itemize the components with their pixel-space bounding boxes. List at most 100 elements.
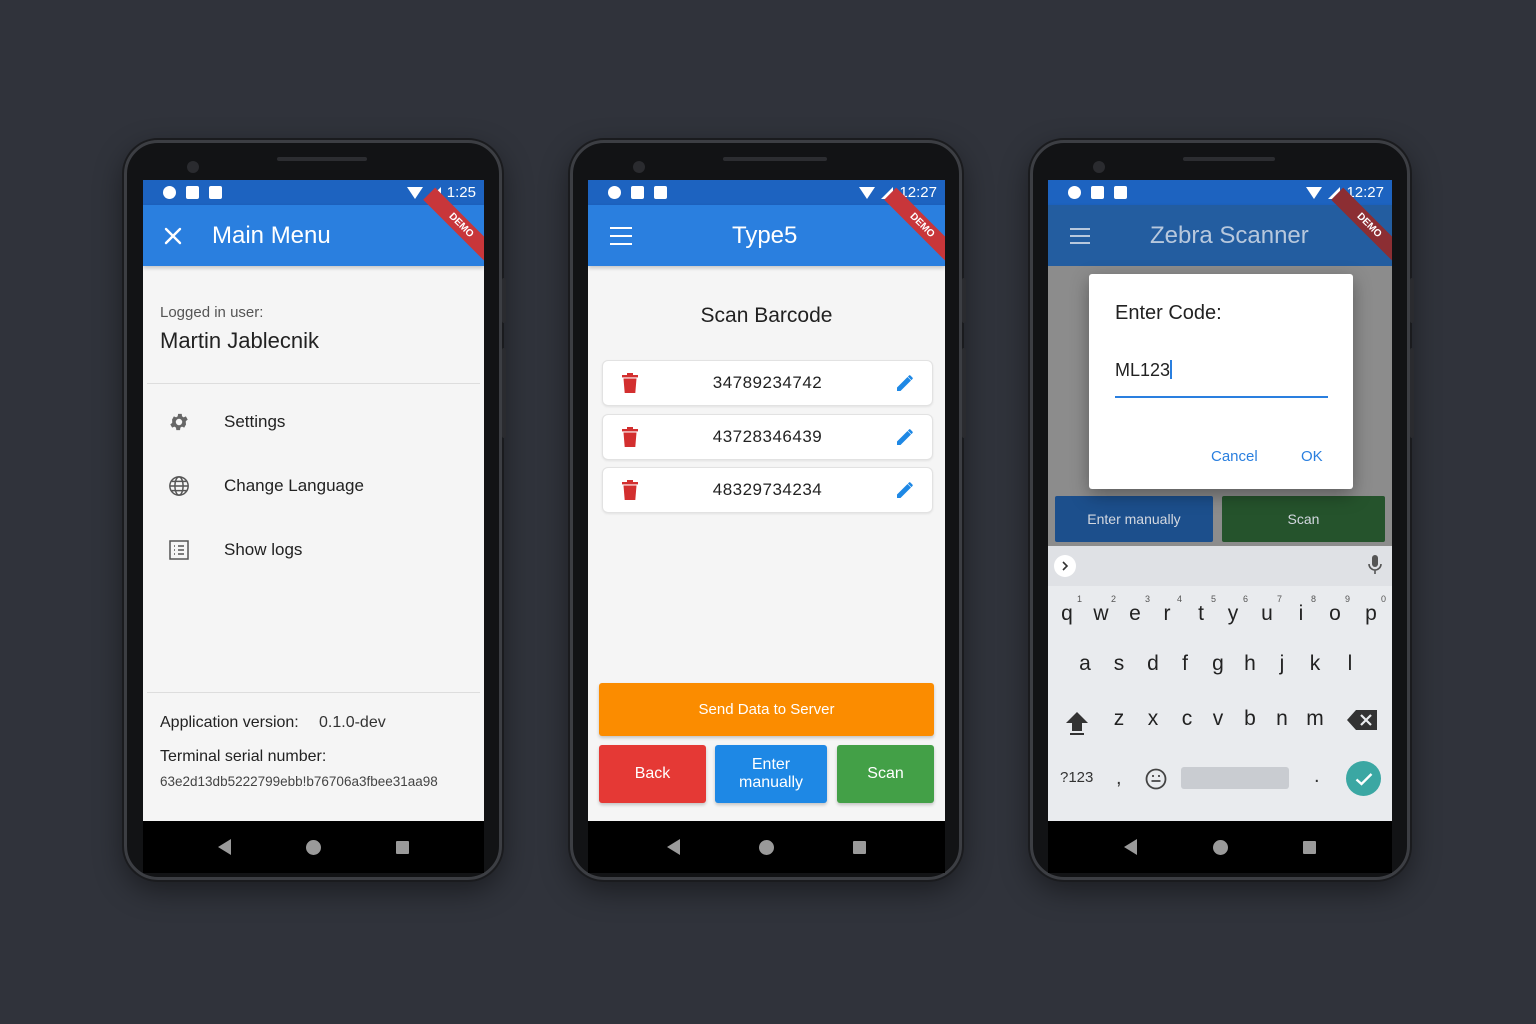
divider [147,383,480,384]
system-nav-bar [1048,821,1392,873]
home-icon[interactable] [1212,839,1228,855]
front-camera [187,161,199,173]
menu-item-settings[interactable]: Settings [143,398,484,446]
clipboard-status-icon [1114,186,1127,199]
expand-toolbar-icon[interactable] [1054,555,1076,577]
recents-icon[interactable] [1303,840,1317,854]
key[interactable]: o9 [1319,594,1351,626]
key[interactable]: s [1103,652,1135,676]
key[interactable]: p0 [1355,594,1387,626]
comma-key[interactable]: , [1116,767,1122,790]
back-icon[interactable] [1123,839,1137,855]
close-icon[interactable] [161,224,185,248]
space-bar[interactable] [1181,767,1289,789]
key[interactable]: b [1234,707,1266,731]
key[interactable]: d [1137,652,1169,676]
volume-button [962,278,966,323]
send-data-button[interactable]: Send Data to Server [599,683,934,736]
key-label: e [1129,602,1141,625]
key[interactable]: g [1202,652,1234,676]
menu-icon[interactable] [610,226,632,245]
code-input[interactable]: ML123 [1115,360,1328,398]
key[interactable]: l [1334,652,1366,676]
recents-icon[interactable] [853,840,866,854]
briefcase-status-icon [186,186,199,199]
key[interactable]: w2 [1085,594,1117,626]
user-name: Martin Jablecnik [160,328,319,353]
key[interactable]: m [1299,707,1331,731]
key[interactable]: x [1137,707,1169,731]
back-icon[interactable] [218,839,231,855]
key-hint: 0 [1380,594,1386,604]
back-button[interactable]: Back [599,745,706,803]
keyboard-row-3: z x c v b n m [1048,707,1392,757]
main-content: Scan Barcode 34789234742 43728346439 483… [588,266,945,821]
pencil-icon[interactable] [894,426,916,448]
key[interactable]: r4 [1151,594,1183,626]
symbols-key[interactable]: ?123 [1060,769,1093,786]
trash-icon[interactable] [619,425,641,449]
soft-keyboard: q1 w2 e3 r4 t5 y6 u7 i8 o9 p0 a s d f g … [1048,546,1392,821]
key[interactable]: j [1266,652,1298,676]
pencil-icon[interactable] [894,372,916,394]
key[interactable]: a [1069,652,1101,676]
backspace-key-icon[interactable] [1347,710,1377,735]
ok-button[interactable]: OK [1301,448,1323,465]
key[interactable]: h [1234,652,1266,676]
emoji-icon[interactable] [1145,768,1167,795]
app-bar: Main Menu DEMO [143,187,484,266]
trash-icon[interactable] [619,371,641,395]
scan-button[interactable]: Scan [1222,496,1385,542]
system-nav-bar [143,821,484,873]
wifi-icon [859,186,876,199]
key[interactable]: u7 [1251,594,1283,626]
key[interactable]: z [1103,707,1135,731]
key[interactable]: y6 [1217,594,1249,626]
key[interactable]: c [1171,707,1203,731]
confirm-check-icon[interactable] [1346,761,1381,796]
enter-manually-button[interactable]: Enter manually [715,745,827,803]
gear-icon [167,410,191,434]
wifi-icon [406,186,423,199]
back-icon[interactable] [667,839,680,855]
key[interactable]: v [1202,707,1234,731]
key[interactable]: n [1266,707,1298,731]
trash-icon[interactable] [619,478,641,502]
scan-button[interactable]: Scan [837,745,934,803]
settings-status-icon [1068,186,1081,199]
key[interactable]: q1 [1051,594,1083,626]
screen: 12:27 Zebra Scanner DEMO Enter manually … [1048,180,1392,873]
phone-zebra-scanner: 12:27 Zebra Scanner DEMO Enter manually … [1030,140,1414,880]
home-icon[interactable] [759,839,774,855]
key-label: o [1329,602,1341,625]
earpiece [723,157,827,161]
pencil-icon[interactable] [894,479,916,501]
key[interactable]: i8 [1285,594,1317,626]
briefcase-status-icon [631,186,644,199]
serial-value: 63e2d13db5222799ebb!b76706a3fbee31aa98 [160,774,438,789]
earpiece [277,157,367,161]
section-title: Scan Barcode [700,304,833,327]
menu-item-change-language[interactable]: Change Language [143,462,484,510]
key[interactable]: e3 [1119,594,1151,626]
key[interactable]: t5 [1185,594,1217,626]
key[interactable]: k [1299,652,1331,676]
period-key[interactable]: . [1314,765,1320,788]
key-label: p [1365,602,1377,625]
recents-icon[interactable] [396,840,409,854]
enter-manually-button[interactable]: Enter manually [1055,496,1213,542]
barcode-value: 43728346439 [712,427,823,446]
front-camera [1093,161,1105,173]
key-hint: 5 [1210,594,1216,604]
key[interactable]: f [1169,652,1201,676]
screen: 12:27 Type5 DEMO Scan Barcode 3478923474… [588,180,945,873]
menu-icon[interactable] [1070,227,1090,244]
menu-item-show-logs[interactable]: Show logs [143,526,484,574]
app-bar-title: Type5 [732,221,798,249]
microphone-icon[interactable] [1368,555,1382,580]
home-icon[interactable] [306,839,321,855]
shift-key-icon[interactable] [1064,709,1090,740]
key-hint: 1 [1076,594,1082,604]
cancel-button[interactable]: Cancel [1211,448,1258,465]
list-icon [167,538,191,562]
